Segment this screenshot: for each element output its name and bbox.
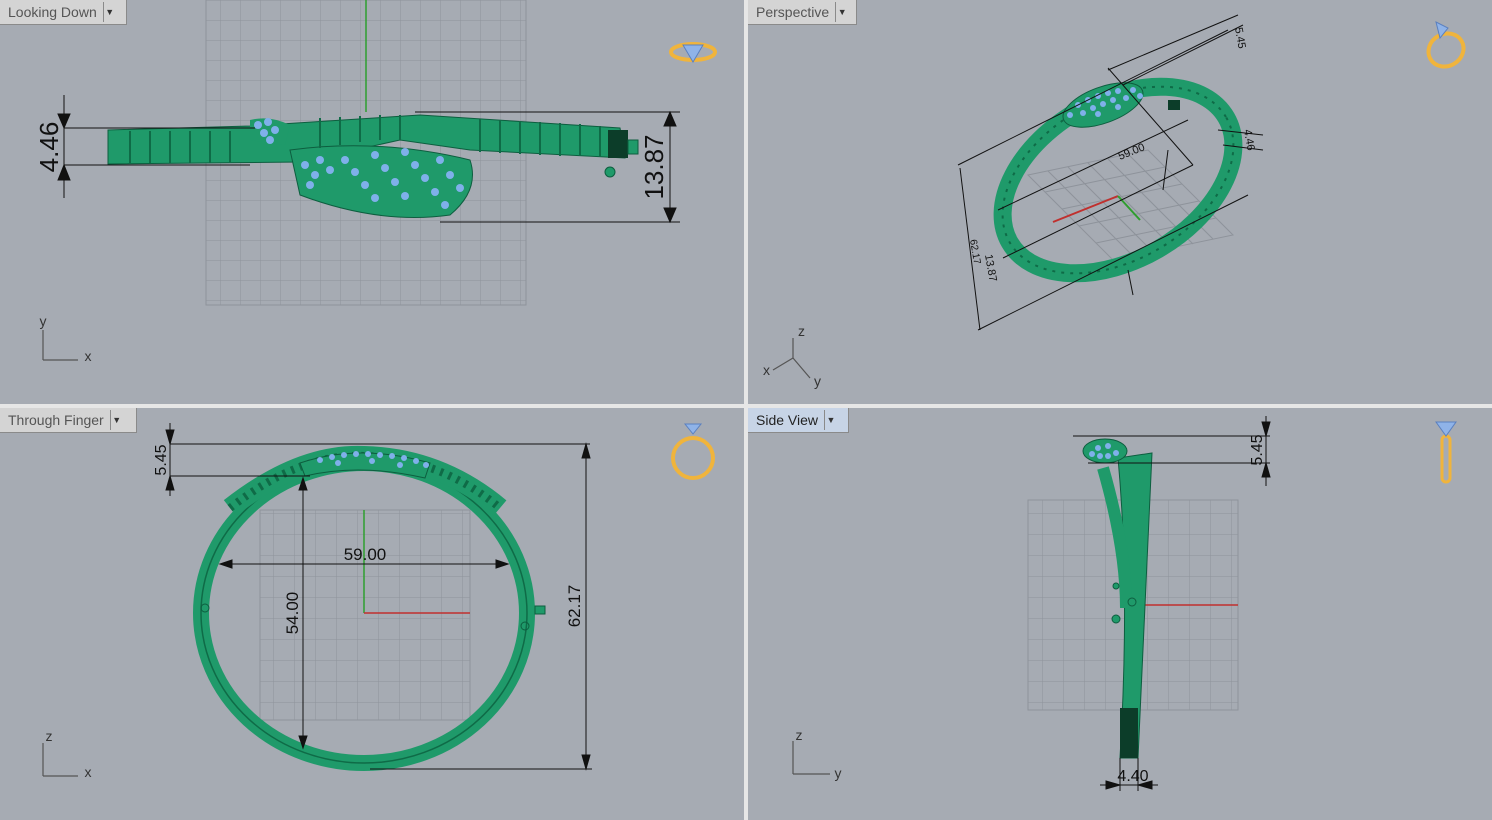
axis-label-x: x [763, 362, 770, 378]
axis-label-z: z [798, 323, 805, 339]
axis-label-z: z [46, 728, 53, 744]
tab-perspective-label: Perspective [756, 4, 830, 20]
dropdown-arrow-icon[interactable]: ▼ [835, 2, 848, 22]
dimension-width-label: 13.87 [639, 134, 669, 199]
ring-side-icon[interactable] [1435, 421, 1457, 484]
viewport-perspective[interactable]: 59.00 13.87 5.45 4.46 62.17 z x y Perspe… [748, 0, 1492, 404]
bangle-model[interactable] [970, 48, 1267, 312]
ring-top-icon[interactable] [669, 42, 717, 63]
dimension-top-label: 5.45 [153, 444, 170, 475]
dropdown-arrow-icon[interactable]: ▼ [102, 2, 116, 22]
tab-through-finger[interactable]: Through Finger ▼ [0, 408, 137, 433]
axis-gizmo [42, 743, 78, 777]
side-view-canvas[interactable]: 5.45 4.40 z y [748, 408, 1492, 820]
bangle-model[interactable] [107, 114, 639, 218]
dimension-height-label: 13.87 [982, 253, 999, 282]
tab-side-view-label: Side View [756, 412, 819, 428]
dimension-top-label: 5.45 [1249, 434, 1266, 465]
dimension-height-label: 4.46 [34, 122, 64, 173]
axis-label-y: y [40, 313, 47, 329]
axis-label-x: x [85, 764, 92, 780]
perspective-canvas[interactable]: 59.00 13.87 5.45 4.46 62.17 z x y [748, 0, 1492, 404]
axis-label-z: z [796, 727, 803, 743]
dimension-outer-label: 62.17 [565, 585, 584, 628]
ring-front-icon[interactable] [671, 423, 715, 480]
dimension-thickness-label: 4.46 [1241, 128, 1257, 151]
tab-perspective[interactable]: Perspective ▼ [748, 0, 857, 25]
axis-gizmo [42, 330, 78, 361]
axis-gizmo [772, 338, 811, 379]
tab-side-view[interactable]: Side View ▼ [748, 408, 849, 433]
dimension-bottom-label: 4.40 [1117, 768, 1148, 785]
axis-label-y: y [835, 765, 842, 781]
axis-gizmo [792, 741, 830, 775]
tab-looking-down-label: Looking Down [8, 4, 97, 20]
axis-label-x: x [85, 348, 92, 364]
through-finger-canvas[interactable]: 5.45 59.00 54.00 62.17 z x [0, 408, 744, 820]
tab-looking-down[interactable]: Looking Down ▼ [0, 0, 127, 25]
dimension-width-label: 59.00 [344, 545, 387, 564]
tab-through-finger-label: Through Finger [8, 412, 104, 428]
dimension-width-label: 59.00 [1117, 141, 1147, 162]
viewport-through-finger[interactable]: 5.45 59.00 54.00 62.17 z x Through Finge… [0, 408, 744, 820]
viewport-side-view[interactable]: 5.45 4.40 z y Side View ▼ [748, 408, 1492, 820]
dimension-outer-label: 62.17 [967, 239, 982, 266]
dimension-height-label: 54.00 [283, 592, 302, 635]
dropdown-arrow-icon[interactable]: ▼ [109, 410, 123, 430]
dimension-top-label: 5.45 [1232, 26, 1248, 49]
looking-down-canvas[interactable]: 4.46 13.87 y x [0, 0, 744, 404]
ring-perspective-icon[interactable] [1422, 21, 1469, 73]
viewport-looking-down[interactable]: 4.46 13.87 y x Looking Down ▼ [0, 0, 744, 404]
perspective-dimensions[interactable] [957, 14, 1264, 331]
axis-label-y: y [814, 373, 821, 389]
dropdown-arrow-icon[interactable]: ▼ [824, 410, 837, 430]
